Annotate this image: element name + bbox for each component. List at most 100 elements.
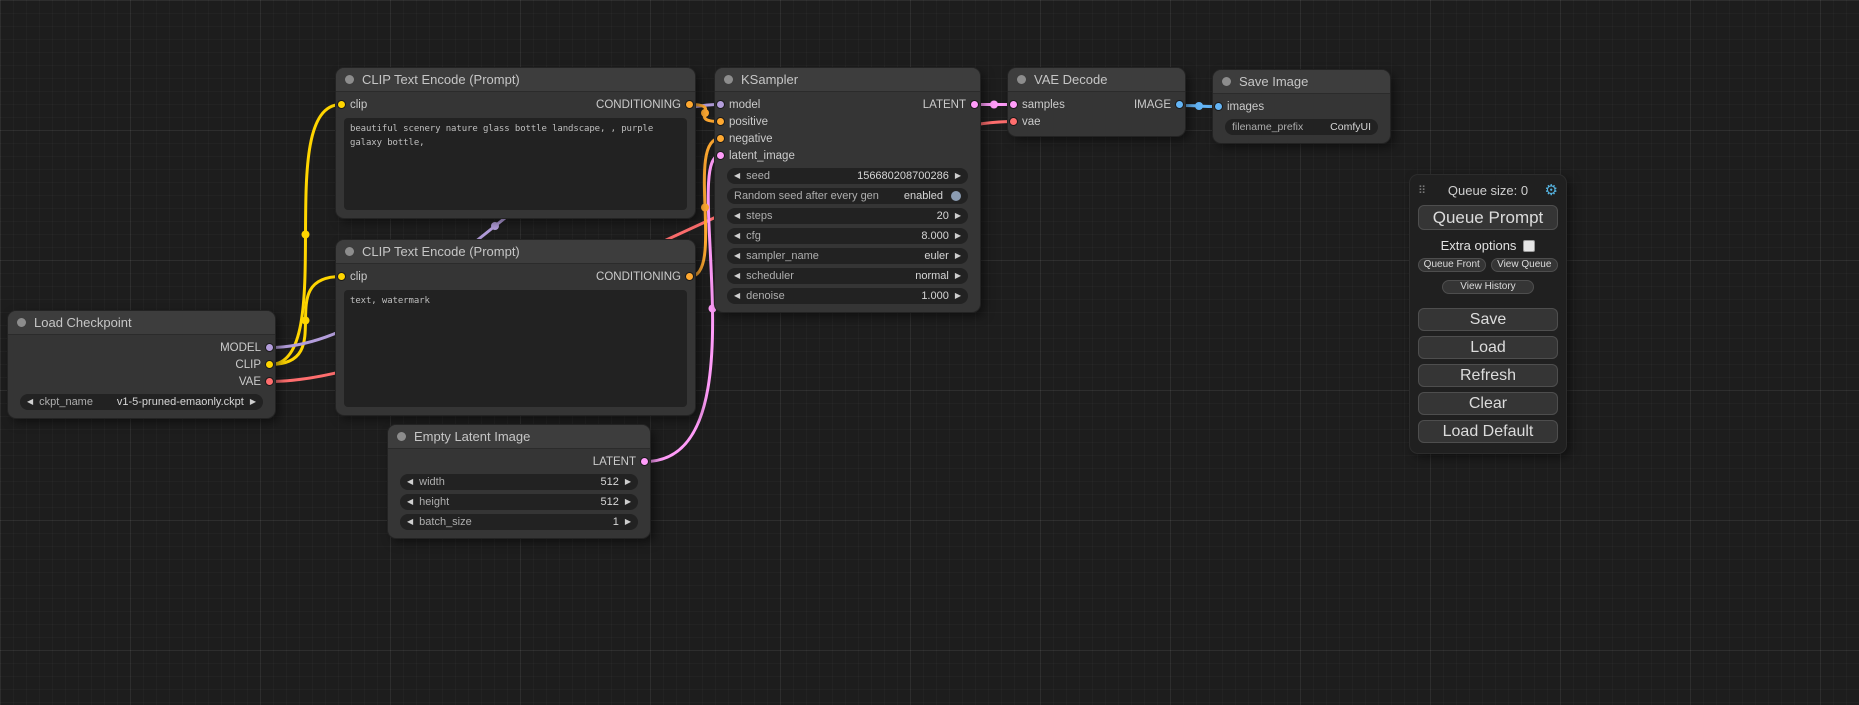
latent-slot-dot[interactable] xyxy=(640,457,649,466)
decrement-arrow-icon[interactable]: ◀ xyxy=(734,292,740,300)
widget-scheduler[interactable]: ◀ scheduler normal ▶ xyxy=(727,268,968,284)
collapse-dot-icon[interactable] xyxy=(1222,77,1231,86)
increment-arrow-icon[interactable]: ▶ xyxy=(955,252,961,260)
view-queue-button[interactable]: View Queue xyxy=(1491,258,1559,272)
widget-width[interactable]: ◀ width 512 ▶ xyxy=(400,474,638,490)
decrement-arrow-icon[interactable]: ◀ xyxy=(407,498,413,506)
widget-height[interactable]: ◀ height 512 ▶ xyxy=(400,494,638,510)
collapse-dot-icon[interactable] xyxy=(1017,75,1026,84)
input-slot-model[interactable]: model xyxy=(729,99,760,111)
output-slot-latent[interactable]: LATENT xyxy=(923,99,966,111)
toggle-dot-icon[interactable] xyxy=(951,191,961,201)
prompt-textarea[interactable]: beautiful scenery nature glass bottle la… xyxy=(344,118,687,210)
collapse-dot-icon[interactable] xyxy=(724,75,733,84)
clip-slot-dot[interactable] xyxy=(337,272,346,281)
input-slot-images[interactable]: images xyxy=(1213,98,1390,115)
output-slot-model[interactable]: MODEL xyxy=(8,339,275,356)
save-button[interactable]: Save xyxy=(1418,308,1558,331)
node-title-bar[interactable]: Load Checkpoint xyxy=(8,311,275,335)
output-slot-latent[interactable]: LATENT xyxy=(388,453,650,470)
decrement-arrow-icon[interactable]: ◀ xyxy=(407,478,413,486)
queue-front-button[interactable]: Queue Front xyxy=(1418,258,1486,272)
collapse-dot-icon[interactable] xyxy=(397,432,406,441)
output-slot-image[interactable]: IMAGE xyxy=(1134,99,1171,111)
latent-slot-dot[interactable] xyxy=(970,100,979,109)
widget-denoise[interactable]: ◀ denoise 1.000 ▶ xyxy=(727,288,968,304)
drag-handle-icon[interactable]: ⠿ xyxy=(1418,184,1434,197)
increment-arrow-icon[interactable]: ▶ xyxy=(955,272,961,280)
node-load-checkpoint[interactable]: Load Checkpoint MODEL CLIP VAE ◀ ckpt_na… xyxy=(8,311,275,418)
widget-batch-size[interactable]: ◀ batch_size 1 ▶ xyxy=(400,514,638,530)
output-slot-conditioning[interactable]: CONDITIONING xyxy=(596,271,681,283)
input-slot-latent-image[interactable]: latent_image xyxy=(715,147,980,164)
increment-arrow-icon[interactable]: ▶ xyxy=(955,292,961,300)
conditioning-slot-dot[interactable] xyxy=(716,117,725,126)
node-clip-text-encode-negative[interactable]: CLIP Text Encode (Prompt) clip CONDITION… xyxy=(336,240,695,415)
clip-slot-dot[interactable] xyxy=(265,360,274,369)
decrement-arrow-icon[interactable]: ◀ xyxy=(407,518,413,526)
node-title-bar[interactable]: VAE Decode xyxy=(1008,68,1185,92)
extra-options-checkbox[interactable] xyxy=(1523,240,1535,252)
node-vae-decode[interactable]: VAE Decode samples IMAGE vae xyxy=(1008,68,1185,136)
increment-arrow-icon[interactable]: ▶ xyxy=(625,478,631,486)
conditioning-slot-dot[interactable] xyxy=(685,100,694,109)
node-title-bar[interactable]: KSampler xyxy=(715,68,980,92)
collapse-dot-icon[interactable] xyxy=(345,75,354,84)
widget-cfg[interactable]: ◀ cfg 8.000 ▶ xyxy=(727,228,968,244)
input-slot-positive[interactable]: positive xyxy=(715,113,980,130)
output-slot-clip[interactable]: CLIP xyxy=(8,356,275,373)
latent-slot-dot[interactable] xyxy=(1009,100,1018,109)
input-slot-clip[interactable]: clip xyxy=(350,99,367,111)
node-title-bar[interactable]: Empty Latent Image xyxy=(388,425,650,449)
image-slot-dot[interactable] xyxy=(1214,102,1223,111)
input-slot-clip[interactable]: clip xyxy=(350,271,367,283)
load-button[interactable]: Load xyxy=(1418,336,1558,359)
node-title-bar[interactable]: CLIP Text Encode (Prompt) xyxy=(336,240,695,264)
increment-arrow-icon[interactable]: ▶ xyxy=(955,172,961,180)
output-slot-conditioning[interactable]: CONDITIONING xyxy=(596,99,681,111)
prompt-textarea[interactable]: text, watermark xyxy=(344,290,687,407)
widget-filename-prefix[interactable]: filename_prefix ComfyUI xyxy=(1225,119,1378,135)
model-slot-dot[interactable] xyxy=(265,343,274,352)
queue-prompt-button[interactable]: Queue Prompt xyxy=(1418,205,1558,230)
refresh-button[interactable]: Refresh xyxy=(1418,364,1558,387)
clear-button[interactable]: Clear xyxy=(1418,392,1558,415)
output-slot-vae[interactable]: VAE xyxy=(8,373,275,390)
load-default-button[interactable]: Load Default xyxy=(1418,420,1558,443)
widget-steps[interactable]: ◀ steps 20 ▶ xyxy=(727,208,968,224)
increment-arrow-icon[interactable]: ▶ xyxy=(955,212,961,220)
decrement-arrow-icon[interactable]: ◀ xyxy=(27,398,33,406)
collapse-dot-icon[interactable] xyxy=(17,318,26,327)
increment-arrow-icon[interactable]: ▶ xyxy=(955,232,961,240)
increment-arrow-icon[interactable]: ▶ xyxy=(625,498,631,506)
image-slot-dot[interactable] xyxy=(1175,100,1184,109)
input-slot-vae[interactable]: vae xyxy=(1008,113,1185,130)
decrement-arrow-icon[interactable]: ◀ xyxy=(734,252,740,260)
widget-seed[interactable]: ◀ seed 156680208700286 ▶ xyxy=(727,168,968,184)
widget-sampler-name[interactable]: ◀ sampler_name euler ▶ xyxy=(727,248,968,264)
node-ksampler[interactable]: KSampler model LATENT positive negative … xyxy=(715,68,980,312)
collapse-dot-icon[interactable] xyxy=(345,247,354,256)
node-clip-text-encode-positive[interactable]: CLIP Text Encode (Prompt) clip CONDITION… xyxy=(336,68,695,218)
clip-slot-dot[interactable] xyxy=(337,100,346,109)
node-graph-canvas[interactable]: Load Checkpoint MODEL CLIP VAE ◀ ckpt_na… xyxy=(0,0,1859,705)
conditioning-slot-dot[interactable] xyxy=(716,134,725,143)
widget-random-seed-toggle[interactable]: Random seed after every gen enabled xyxy=(727,188,968,204)
latent-slot-dot[interactable] xyxy=(716,151,725,160)
decrement-arrow-icon[interactable]: ◀ xyxy=(734,212,740,220)
settings-gear-icon[interactable]: ⚙ xyxy=(1542,181,1558,199)
widget-ckpt-name[interactable]: ◀ ckpt_name v1-5-pruned-emaonly.ckpt ▶ xyxy=(20,394,263,410)
increment-arrow-icon[interactable]: ▶ xyxy=(625,518,631,526)
vae-slot-dot[interactable] xyxy=(265,377,274,386)
decrement-arrow-icon[interactable]: ◀ xyxy=(734,172,740,180)
model-slot-dot[interactable] xyxy=(716,100,725,109)
increment-arrow-icon[interactable]: ▶ xyxy=(250,398,256,406)
vae-slot-dot[interactable] xyxy=(1009,117,1018,126)
view-history-button[interactable]: View History xyxy=(1442,280,1534,294)
conditioning-slot-dot[interactable] xyxy=(685,272,694,281)
node-title-bar[interactable]: CLIP Text Encode (Prompt) xyxy=(336,68,695,92)
node-save-image[interactable]: Save Image images filename_prefix ComfyU… xyxy=(1213,70,1390,143)
decrement-arrow-icon[interactable]: ◀ xyxy=(734,272,740,280)
node-title-bar[interactable]: Save Image xyxy=(1213,70,1390,94)
input-slot-negative[interactable]: negative xyxy=(715,130,980,147)
